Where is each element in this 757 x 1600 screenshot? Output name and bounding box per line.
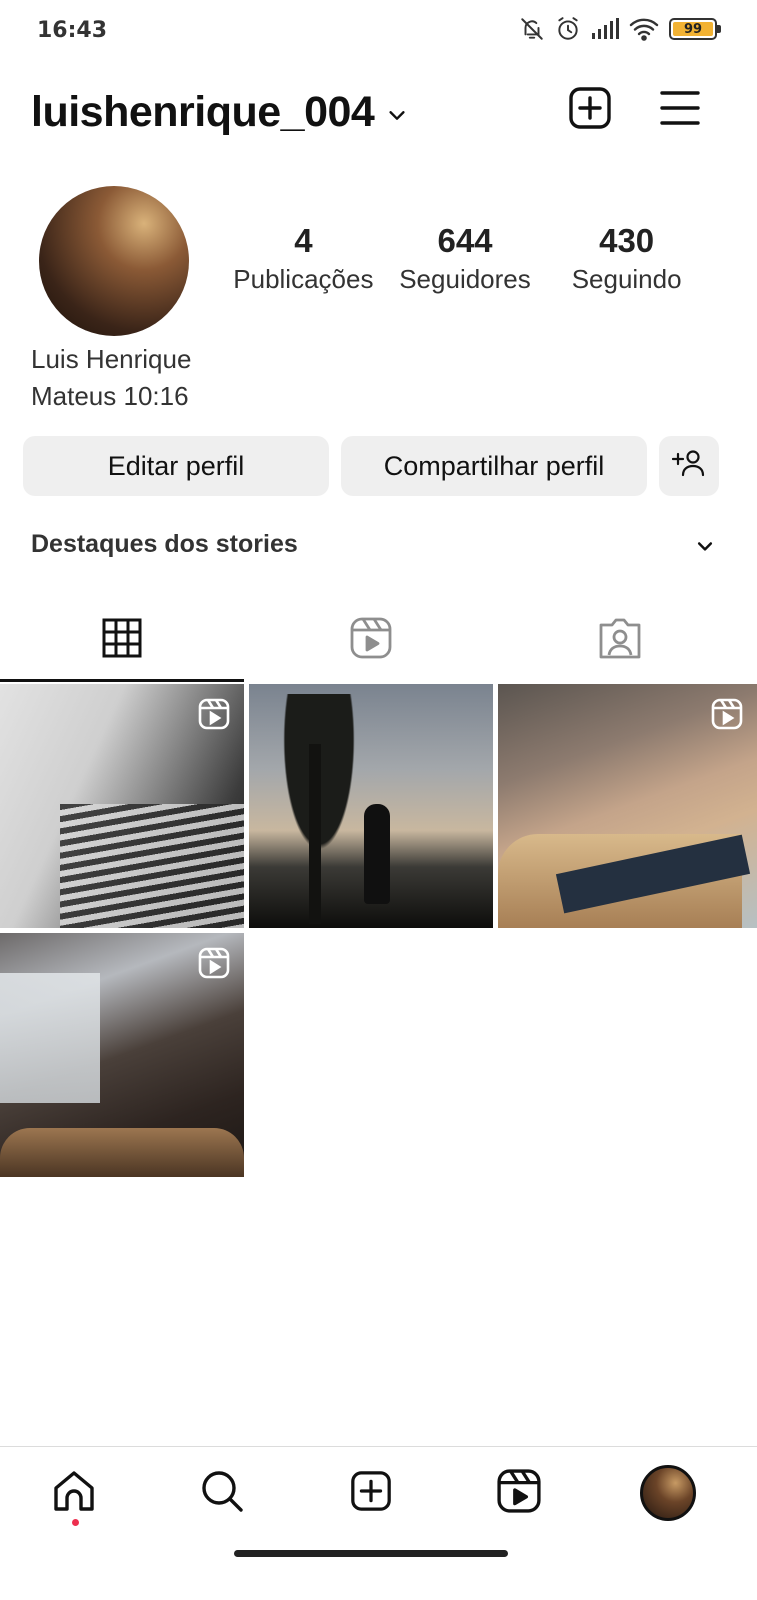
post-image-content <box>0 973 100 1103</box>
chevron-down-icon <box>386 88 408 137</box>
stat-followers[interactable]: 644 Seguidores <box>382 222 549 295</box>
battery-level: 99 <box>673 22 713 37</box>
post-thumbnail[interactable] <box>0 933 244 1177</box>
profile-tabs <box>0 600 757 682</box>
profile-avatar <box>640 1465 696 1521</box>
reel-badge-icon <box>198 698 230 735</box>
tab-posts[interactable] <box>0 600 244 680</box>
active-tab-indicator <box>0 679 244 682</box>
profile-name: Luis Henrique <box>31 344 192 374</box>
stat-posts-label: Publicações <box>233 264 374 294</box>
menu-button[interactable] <box>656 86 704 134</box>
menu-icon <box>658 88 702 133</box>
reel-badge-icon <box>198 947 230 984</box>
profile-bio: Mateus 10:16 <box>31 381 189 411</box>
stat-following-label: Seguindo <box>571 264 682 294</box>
reels-icon <box>497 1468 541 1518</box>
tab-reels[interactable] <box>249 600 493 680</box>
reels-icon <box>350 617 392 664</box>
bell-muted-icon <box>519 16 545 42</box>
nav-home[interactable] <box>46 1465 102 1521</box>
username: luishenrique_004 <box>31 88 375 136</box>
story-highlights-section[interactable]: Destaques dos stories <box>31 530 721 564</box>
tab-tagged[interactable] <box>498 600 742 680</box>
highlights-title: Destaques dos stories <box>31 530 298 558</box>
profile-stats: 4 Publicações 644 Seguidores 430 Seguind… <box>225 222 705 295</box>
post-thumbnail[interactable] <box>0 684 244 928</box>
stat-posts[interactable]: 4 Publicações <box>225 222 382 295</box>
stat-following[interactable]: 430 Seguindo <box>548 222 705 295</box>
post-image-content <box>0 1128 244 1177</box>
stat-posts-count: 4 <box>294 222 313 259</box>
tagged-icon <box>599 617 641 664</box>
discover-people-button[interactable] <box>659 436 719 496</box>
nav-search[interactable] <box>194 1465 250 1521</box>
create-post-icon <box>567 85 613 136</box>
status-time: 16:43 <box>37 18 108 43</box>
home-indicator[interactable] <box>234 1550 508 1557</box>
post-image-content <box>364 804 390 904</box>
profile-header: luishenrique_004 <box>0 80 757 144</box>
grid-icon <box>102 618 142 663</box>
chevron-down-icon <box>695 536 715 561</box>
home-icon <box>51 1468 97 1519</box>
stat-followers-label: Seguidores <box>399 264 531 294</box>
add-person-icon <box>671 448 706 485</box>
post-thumbnail[interactable] <box>249 684 493 928</box>
notification-dot <box>72 1519 79 1526</box>
status-icons: 99 <box>519 16 721 42</box>
edit-profile-button[interactable]: Editar perfil <box>23 436 329 496</box>
reel-badge-icon <box>711 698 743 735</box>
search-icon <box>199 1468 245 1519</box>
alarm-icon <box>555 16 581 42</box>
create-post-button[interactable] <box>566 86 614 134</box>
post-thumbnail[interactable] <box>498 684 757 928</box>
post-image-content <box>60 804 244 928</box>
wifi-icon <box>629 17 659 41</box>
nav-profile[interactable] <box>640 1465 696 1521</box>
stat-following-count: 430 <box>599 222 655 259</box>
post-image-content <box>309 744 321 924</box>
stat-followers-count: 644 <box>437 222 493 259</box>
create-icon <box>349 1469 393 1518</box>
nav-reels[interactable] <box>491 1465 547 1521</box>
account-switcher[interactable]: luishenrique_004 <box>31 88 408 137</box>
status-bar: 16:43 99 <box>0 0 757 64</box>
profile-avatar[interactable] <box>39 186 189 336</box>
battery-icon: 99 <box>669 18 721 40</box>
bottom-navigation <box>0 1446 757 1541</box>
nav-create[interactable] <box>343 1465 399 1521</box>
signal-icon <box>591 17 619 41</box>
share-profile-button[interactable]: Compartilhar perfil <box>341 436 647 496</box>
